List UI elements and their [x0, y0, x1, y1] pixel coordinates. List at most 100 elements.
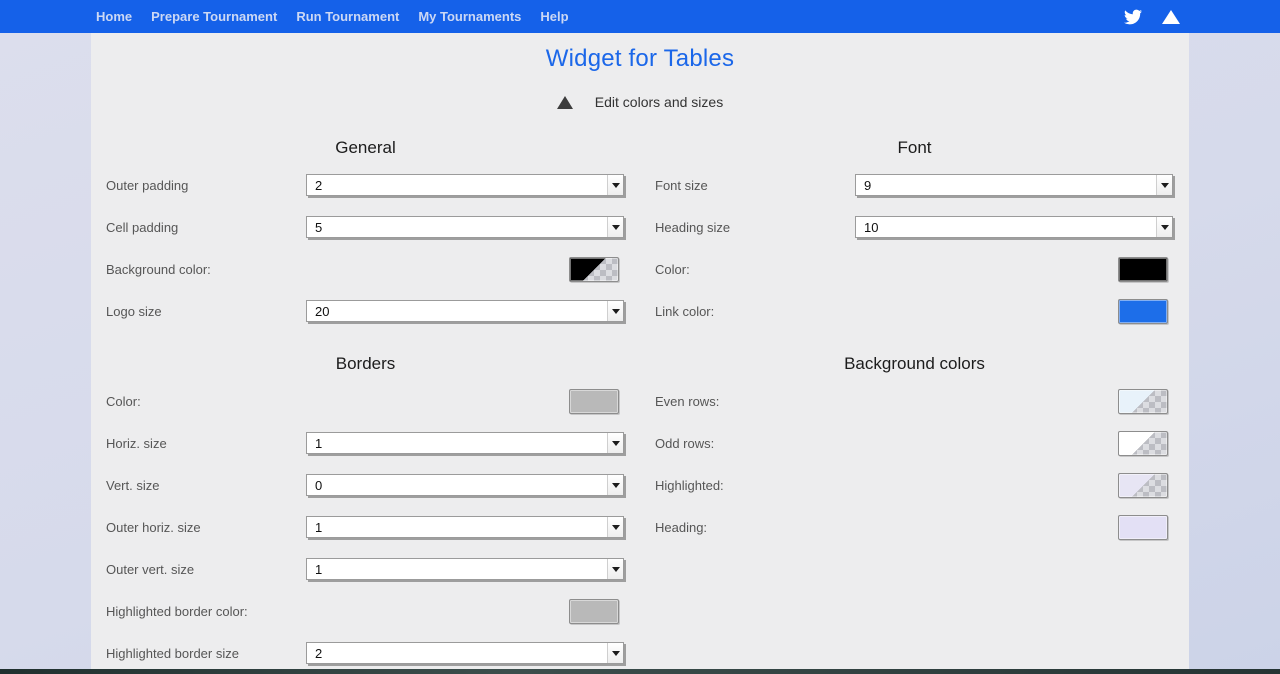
- field-label: Horiz. size: [106, 436, 306, 451]
- chevron-down-icon: [612, 525, 620, 530]
- chevron-down-icon: [612, 183, 620, 188]
- field-label: Logo size: [106, 304, 306, 319]
- row-border-color: Color:: [91, 380, 640, 422]
- chevron-down-icon: [612, 309, 620, 314]
- section-heading-background-colors: Background colors: [640, 354, 1189, 374]
- border-color-swatch[interactable]: [569, 389, 619, 414]
- select-value: 2: [307, 643, 607, 663]
- dropdown-arrow-button[interactable]: [607, 433, 623, 453]
- select-value: 1: [307, 559, 607, 579]
- row-heading-color: Heading:: [640, 506, 1189, 548]
- right-column: Font Font size 9 Heading size 10: [640, 116, 1189, 669]
- row-highlighted-border-size: Highlighted border size 2: [91, 632, 640, 669]
- highlighted-color-swatch[interactable]: [1118, 473, 1168, 498]
- horiz-size-select[interactable]: 1: [306, 432, 624, 454]
- select-value: 9: [856, 175, 1156, 195]
- dropdown-arrow-button[interactable]: [607, 559, 623, 579]
- select-value: 1: [307, 517, 607, 537]
- even-rows-color-swatch[interactable]: [1118, 389, 1168, 414]
- cell-padding-select[interactable]: 5: [306, 216, 624, 238]
- row-highlighted-color: Highlighted:: [640, 464, 1189, 506]
- select-value: 20: [307, 301, 607, 321]
- field-label: Background color:: [106, 262, 306, 277]
- nav-item-run-tournament[interactable]: Run Tournament: [296, 9, 399, 24]
- triangle-up-icon: [557, 96, 573, 109]
- dropdown-arrow-button[interactable]: [607, 643, 623, 663]
- font-color-swatch[interactable]: [1118, 257, 1168, 282]
- chevron-down-icon: [1161, 225, 1169, 230]
- row-font-color: Color:: [640, 248, 1189, 290]
- heading-color-swatch[interactable]: [1118, 515, 1168, 540]
- top-navbar: Home Prepare Tournament Run Tournament M…: [0, 0, 1280, 33]
- nav-item-prepare-tournament[interactable]: Prepare Tournament: [151, 9, 277, 24]
- edit-colors-toggle[interactable]: Edit colors and sizes: [91, 94, 1189, 110]
- dropdown-arrow-button[interactable]: [607, 175, 623, 195]
- field-label: Color:: [655, 262, 855, 277]
- field-label: Color:: [106, 394, 306, 409]
- section-heading-font: Font: [640, 138, 1189, 158]
- field-label: Heading size: [655, 220, 855, 235]
- chevron-down-icon: [612, 651, 620, 656]
- outer-horiz-size-select[interactable]: 1: [306, 516, 624, 538]
- select-value: 0: [307, 475, 607, 495]
- row-logo-size: Logo size 20: [91, 290, 640, 332]
- chevron-down-icon: [612, 567, 620, 572]
- row-cell-padding: Cell padding 5: [91, 206, 640, 248]
- row-link-color: Link color:: [640, 290, 1189, 332]
- nav-item-my-tournaments[interactable]: My Tournaments: [418, 9, 521, 24]
- field-label: Link color:: [655, 304, 855, 319]
- triangle-up-icon[interactable]: [1162, 10, 1180, 24]
- logo-size-select[interactable]: 20: [306, 300, 624, 322]
- field-label: Outer padding: [106, 178, 306, 193]
- page-title: Widget for Tables: [91, 45, 1189, 73]
- left-column: General Outer padding 2 Cell padding 5: [91, 116, 640, 669]
- row-outer-horiz-size: Outer horiz. size 1: [91, 506, 640, 548]
- chevron-down-icon: [1161, 183, 1169, 188]
- dropdown-arrow-button[interactable]: [1156, 175, 1172, 195]
- dropdown-arrow-button[interactable]: [607, 301, 623, 321]
- dropdown-arrow-button[interactable]: [607, 475, 623, 495]
- row-heading-size: Heading size 10: [640, 206, 1189, 248]
- outer-vert-size-select[interactable]: 1: [306, 558, 624, 580]
- dropdown-arrow-button[interactable]: [1156, 217, 1172, 237]
- edit-colors-label: Edit colors and sizes: [595, 94, 723, 110]
- field-label: Font size: [655, 178, 855, 193]
- odd-rows-color-swatch[interactable]: [1118, 431, 1168, 456]
- field-label: Odd rows:: [655, 436, 855, 451]
- outer-padding-select[interactable]: 2: [306, 174, 624, 196]
- chevron-down-icon: [612, 225, 620, 230]
- field-label: Outer vert. size: [106, 562, 306, 577]
- row-horiz-size: Horiz. size 1: [91, 422, 640, 464]
- row-highlighted-border-color: Highlighted border color:: [91, 590, 640, 632]
- row-outer-padding: Outer padding 2: [91, 164, 640, 206]
- row-vert-size: Vert. size 0: [91, 464, 640, 506]
- chevron-down-icon: [612, 441, 620, 446]
- field-label: Highlighted border color:: [106, 604, 306, 619]
- row-background-color: Background color:: [91, 248, 640, 290]
- highlighted-border-size-select[interactable]: 2: [306, 642, 624, 664]
- field-label: Highlighted border size: [106, 646, 306, 661]
- row-outer-vert-size: Outer vert. size 1: [91, 548, 640, 590]
- background-color-swatch[interactable]: [569, 257, 619, 282]
- select-value: 2: [307, 175, 607, 195]
- dropdown-arrow-button[interactable]: [607, 217, 623, 237]
- row-odd-rows-color: Odd rows:: [640, 422, 1189, 464]
- font-size-select[interactable]: 9: [855, 174, 1173, 196]
- vert-size-select[interactable]: 0: [306, 474, 624, 496]
- field-label: Vert. size: [106, 478, 306, 493]
- field-label: Cell padding: [106, 220, 306, 235]
- field-label: Highlighted:: [655, 478, 855, 493]
- section-heading-borders: Borders: [91, 354, 640, 374]
- heading-size-select[interactable]: 10: [855, 216, 1173, 238]
- main-content: Widget for Tables Edit colors and sizes …: [91, 33, 1189, 669]
- nav-item-help[interactable]: Help: [540, 9, 568, 24]
- twitter-icon[interactable]: [1122, 8, 1144, 26]
- dropdown-arrow-button[interactable]: [607, 517, 623, 537]
- select-value: 10: [856, 217, 1156, 237]
- field-label: Heading:: [655, 520, 855, 535]
- link-color-swatch[interactable]: [1118, 299, 1168, 324]
- highlighted-border-color-swatch[interactable]: [569, 599, 619, 624]
- nav-item-home[interactable]: Home: [96, 9, 132, 24]
- section-heading-general: General: [91, 138, 640, 158]
- field-label: Even rows:: [655, 394, 855, 409]
